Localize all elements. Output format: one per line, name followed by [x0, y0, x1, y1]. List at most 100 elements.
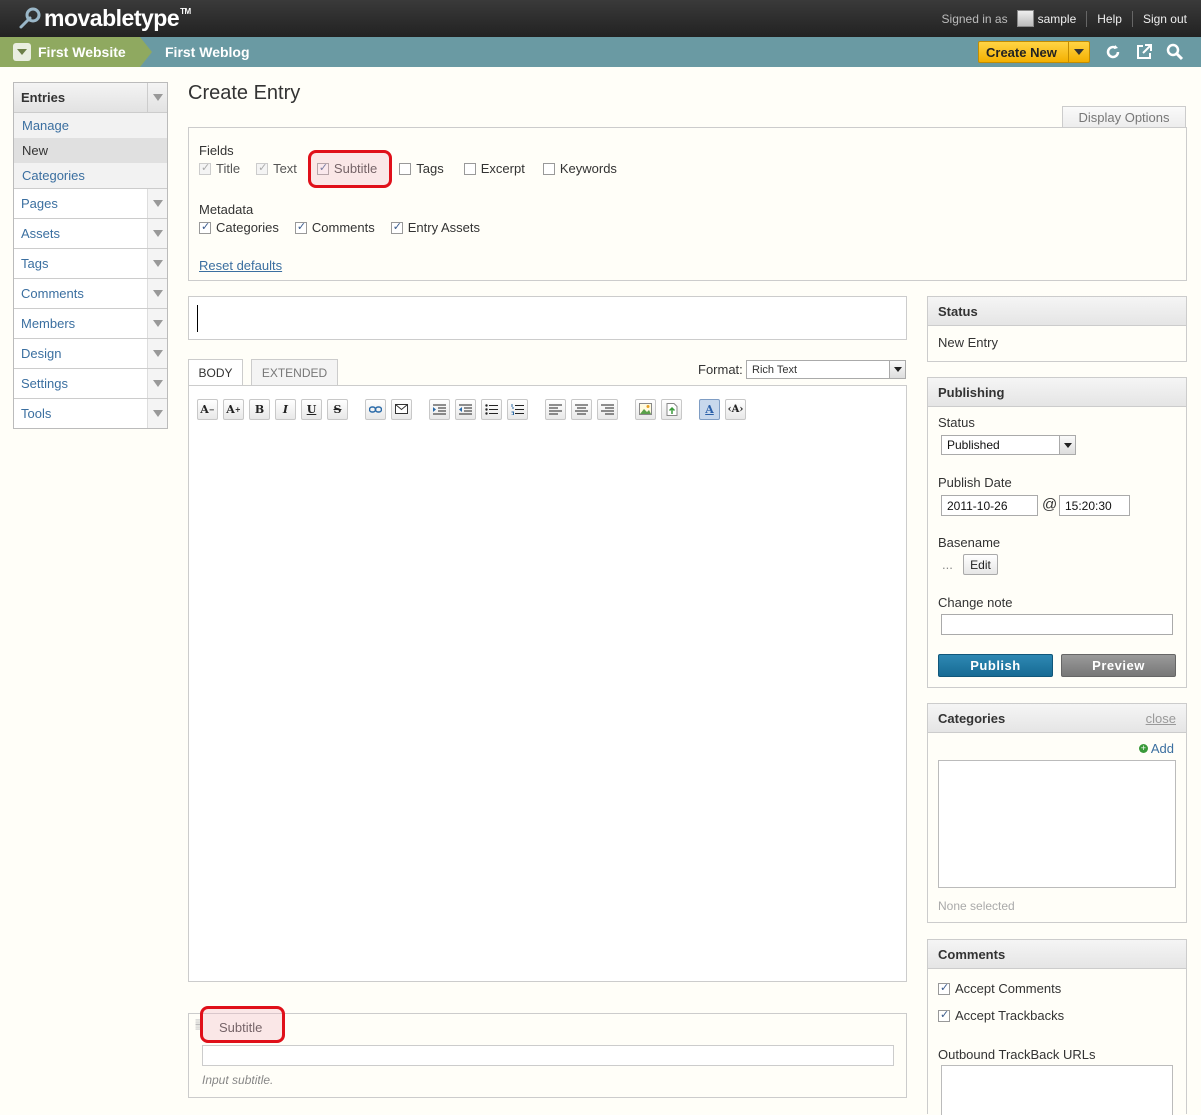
meta-comments-checkbox[interactable]: Comments [294, 220, 375, 235]
format-select[interactable]: Rich Text [746, 360, 906, 379]
category-list[interactable] [938, 760, 1176, 888]
link-icon[interactable] [365, 398, 386, 420]
rich-text-editor[interactable]: A − A + B I U S A ‹A› [188, 385, 907, 982]
sidebar-item-entries[interactable]: Entries [14, 82, 167, 113]
chevron-down-icon[interactable] [147, 279, 167, 308]
chevron-down-icon[interactable] [147, 219, 167, 248]
outdent-icon[interactable] [455, 398, 476, 420]
sidebar-item-label: Assets [21, 226, 61, 241]
insert-file-icon[interactable] [661, 398, 682, 420]
publish-button[interactable]: Publish [938, 654, 1053, 677]
sidebar-subitem-categories[interactable]: Categories [14, 163, 167, 188]
chevron-down-icon[interactable] [1059, 436, 1075, 454]
chevron-down-icon[interactable] [147, 399, 167, 428]
wysiwyg-mode-icon[interactable]: A [699, 398, 720, 420]
align-center-icon[interactable] [571, 398, 592, 420]
sidebar-item-label: Tags [21, 256, 49, 271]
chevron-down-icon[interactable] [147, 82, 167, 113]
checkbox[interactable] [542, 162, 555, 175]
indent-icon[interactable] [429, 398, 450, 420]
accept-trackbacks-checkbox[interactable]: Accept Trackbacks [938, 1008, 1064, 1023]
html-mode-icon[interactable]: ‹A› [725, 398, 746, 420]
font-size-larger-icon[interactable]: A + [223, 398, 244, 420]
entry-title-input[interactable] [188, 296, 907, 340]
meta-entry-assets-checkbox[interactable]: Entry Assets [390, 220, 480, 235]
field-tags-checkbox[interactable]: Tags [399, 161, 444, 176]
create-new-button[interactable]: Create New [978, 41, 1090, 63]
page-title: Create Entry [188, 82, 301, 104]
website-breadcrumb[interactable]: First Website [0, 37, 152, 67]
sidebar-item-assets[interactable]: Assets [14, 218, 167, 248]
sidebar-item-tools[interactable]: Tools [14, 398, 167, 428]
checkbox[interactable] [399, 162, 412, 175]
refresh-icon[interactable] [1104, 43, 1122, 61]
sidebar-subitem-manage[interactable]: Manage [14, 113, 167, 138]
preview-button[interactable]: Preview [1061, 654, 1176, 677]
field-excerpt-checkbox[interactable]: Excerpt [463, 161, 525, 176]
widget-title: Comments [938, 946, 1006, 962]
meta-categories-checkbox[interactable]: Categories [199, 220, 279, 235]
create-new-dropdown-icon[interactable] [1068, 42, 1089, 62]
tab-body[interactable]: BODY [188, 359, 243, 386]
sidebar-item-tags[interactable]: Tags [14, 248, 167, 278]
bulleted-list-icon[interactable] [481, 398, 502, 420]
chevron-down-icon[interactable] [147, 369, 167, 398]
sidebar-subitem-new[interactable]: New [14, 138, 167, 163]
view-site-icon[interactable] [1135, 43, 1153, 61]
email-link-icon[interactable] [391, 398, 412, 420]
close-link[interactable]: close [1146, 711, 1176, 726]
accept-comments-checkbox[interactable]: Accept Comments [938, 981, 1061, 996]
align-left-icon[interactable] [545, 398, 566, 420]
status-select[interactable]: Published [941, 435, 1076, 455]
underline-icon[interactable]: U [301, 398, 322, 420]
outbound-trackback-textarea[interactable] [941, 1065, 1173, 1115]
checkbox[interactable] [199, 220, 211, 234]
website-dropdown-icon[interactable] [13, 43, 31, 61]
field-keywords-checkbox[interactable]: Keywords [542, 161, 617, 176]
subtitle-field-highlight-ring [200, 1006, 285, 1043]
sidebar-item-pages[interactable]: Pages [14, 188, 167, 218]
checkbox[interactable] [390, 220, 403, 234]
change-note-input[interactable] [941, 614, 1173, 635]
chevron-down-icon[interactable] [147, 339, 167, 368]
checkbox[interactable] [256, 161, 269, 175]
checkbox[interactable] [294, 220, 307, 234]
chevron-down-icon[interactable] [147, 249, 167, 278]
font-size-smaller-icon[interactable]: A − [197, 398, 218, 420]
display-options-tab[interactable]: Display Options [1062, 106, 1186, 128]
sidebar-item-members[interactable]: Members [14, 308, 167, 338]
chevron-down-icon[interactable] [889, 361, 905, 378]
sidebar-item-settings[interactable]: Settings [14, 368, 167, 398]
top-bar: movabletype TM Signed in as sample Help … [0, 0, 1201, 37]
publish-time-input[interactable]: 15:20:30 [1059, 495, 1130, 516]
field-text-checkbox[interactable]: Text [256, 161, 297, 176]
reset-defaults-link[interactable]: Reset defaults [199, 258, 282, 273]
checkbox[interactable] [938, 981, 950, 995]
blog-breadcrumb[interactable]: First Weblog [165, 37, 250, 67]
username-link[interactable]: sample [1038, 12, 1077, 26]
align-right-icon[interactable] [597, 398, 618, 420]
sidebar-item-comments[interactable]: Comments [14, 278, 167, 308]
movabletype-logo[interactable]: movabletype TM [18, 4, 191, 32]
search-icon[interactable] [1166, 43, 1184, 61]
insert-image-icon[interactable] [635, 398, 656, 420]
italic-icon[interactable]: I [275, 398, 296, 420]
sidebar-item-design[interactable]: Design [14, 338, 167, 368]
edit-basename-button[interactable]: Edit [963, 554, 998, 575]
chevron-down-icon[interactable] [147, 189, 167, 218]
checkbox[interactable] [463, 162, 476, 175]
field-title-checkbox[interactable]: Title [199, 161, 240, 176]
help-link[interactable]: Help [1097, 12, 1122, 26]
numbered-list-icon[interactable] [507, 398, 528, 420]
bold-icon[interactable]: B [249, 398, 270, 420]
format-label: Format: [698, 362, 743, 377]
subtitle-input[interactable] [202, 1045, 894, 1066]
publish-date-input[interactable]: 2011-10-26 [941, 495, 1038, 516]
tab-extended[interactable]: EXTENDED [251, 359, 338, 385]
strikethrough-icon[interactable]: S [327, 398, 348, 420]
checkbox[interactable] [199, 161, 211, 175]
checkbox[interactable] [938, 1008, 950, 1022]
chevron-down-icon[interactable] [147, 309, 167, 338]
sign-out-link[interactable]: Sign out [1143, 12, 1187, 26]
add-category-link[interactable]: + Add [1138, 741, 1174, 756]
